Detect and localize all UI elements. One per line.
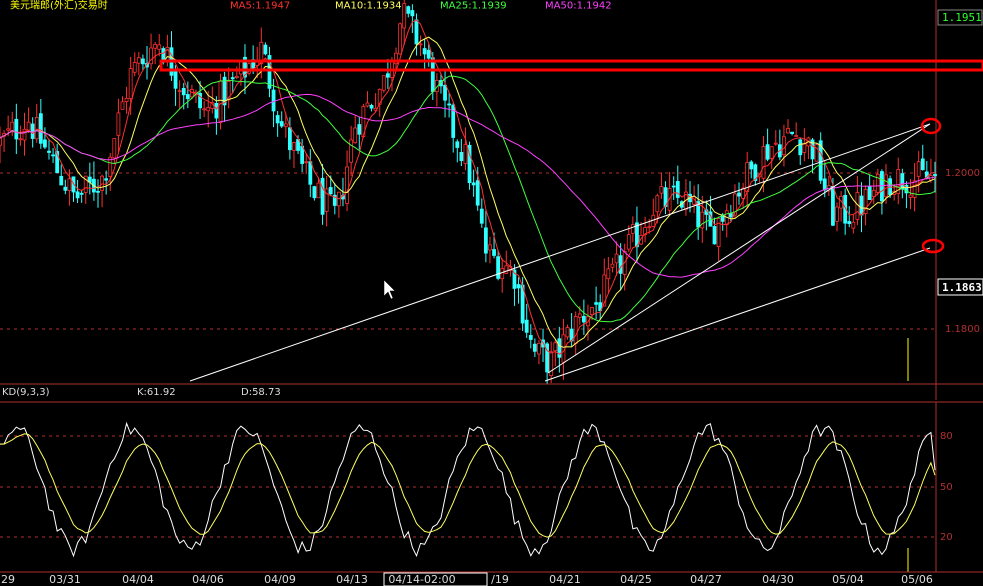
ma5-label: MA5:1.1947	[230, 0, 290, 11]
ma25-label: MA25:1.1939	[440, 0, 507, 11]
time-label: 04/21	[549, 573, 581, 586]
top-value: 1.1951	[942, 11, 982, 24]
time-label: 04/06	[192, 573, 224, 586]
kd-tick-50: 50	[940, 482, 953, 493]
price-tick-1.2000: 1.2000	[945, 168, 980, 179]
kd-tick-80: 80	[940, 431, 953, 442]
time-label: 29	[1, 573, 15, 586]
time-label: 04/30	[762, 573, 794, 586]
time-label: 04/13	[336, 573, 368, 586]
ma50-label: MA50:1.1942	[545, 0, 612, 11]
time-label: 05/06	[901, 573, 933, 586]
kd-d-value: D:58.73	[241, 387, 281, 398]
price-chart: 美元瑞郎(外汇)交易时 MA5:1.1947 MA10:1.1934 MA25:…	[0, 0, 983, 586]
kd-indicator-name: KD(9,3,3)	[2, 387, 50, 398]
time-label: 04/27	[690, 573, 722, 586]
price-tick-1.1800: 1.1800	[945, 324, 980, 335]
candle	[398, 22, 403, 55]
time-label: 04/14-02:00	[388, 573, 455, 586]
time-axis-labels: 29 03/31 04/04 04/06 04/09 04/13 04/14-02:00/1…	[1, 572, 933, 586]
candle	[814, 143, 819, 162]
kd-tick-20: 20	[940, 532, 953, 543]
time-label: 03/31	[49, 573, 81, 586]
ma10-label: MA10:1.1934	[335, 0, 402, 11]
time-label: /19	[491, 573, 509, 586]
time-label: 04/25	[620, 573, 652, 586]
time-label: 05/04	[832, 573, 864, 586]
chart-background	[0, 0, 983, 586]
candle	[381, 75, 386, 93]
kd-k-value: K:61.92	[137, 387, 176, 398]
chart-title: 美元瑞郎(外汇)交易时	[10, 0, 108, 11]
time-label: 04/04	[122, 573, 154, 586]
current-price: 1.1863	[942, 281, 982, 294]
time-label: 04/09	[264, 573, 296, 586]
